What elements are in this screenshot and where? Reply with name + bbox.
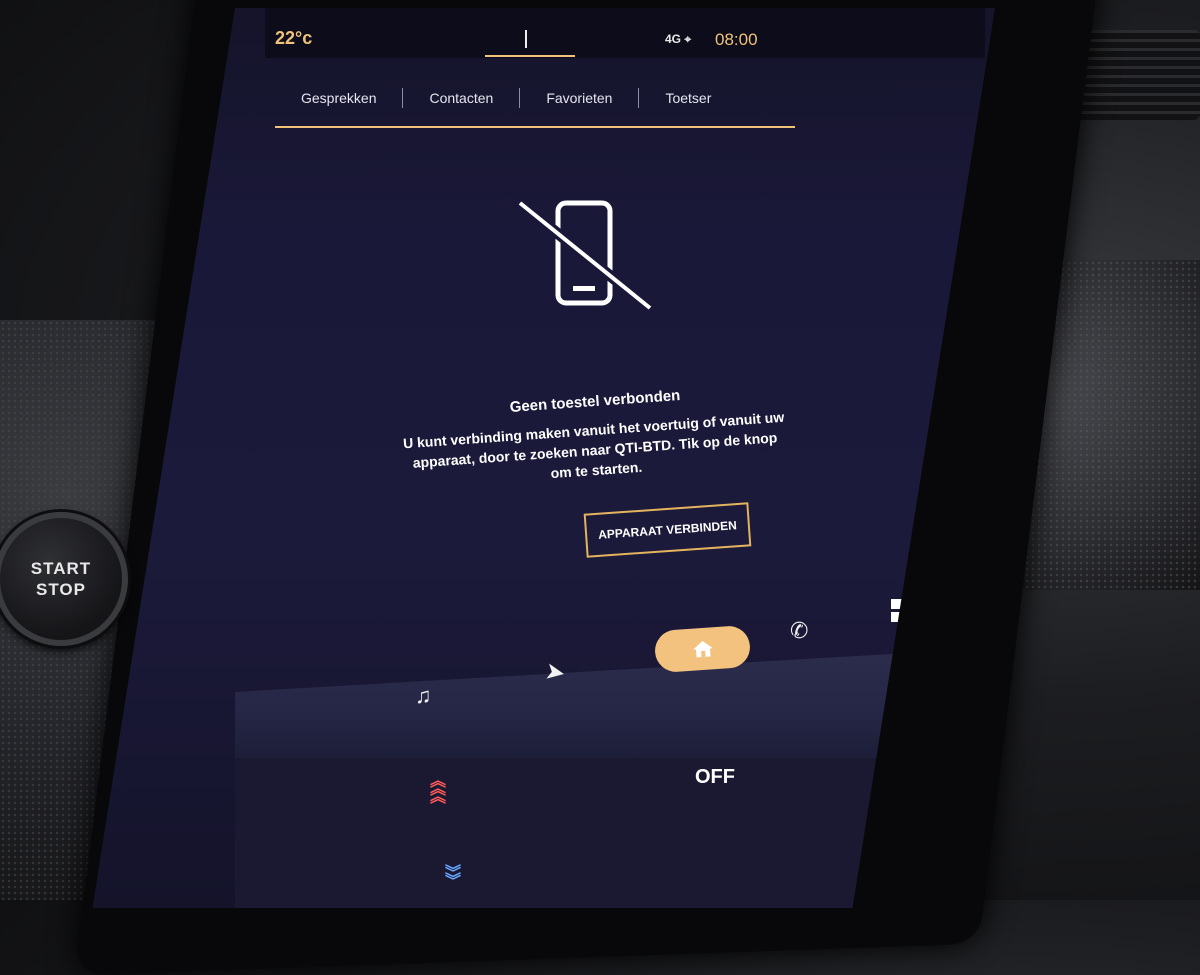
start-label: START bbox=[30, 559, 92, 578]
no-phone-icon bbox=[516, 198, 654, 313]
location-icon: ⌖ bbox=[684, 32, 692, 46]
tab-gesprekken[interactable]: Gesprekken bbox=[275, 88, 404, 108]
tab-favorieten[interactable]: Favorieten bbox=[520, 88, 640, 108]
music-icon[interactable]: ♫ bbox=[415, 683, 432, 709]
tab-underline bbox=[275, 126, 795, 128]
status-bar bbox=[265, 8, 985, 58]
handle-indicator bbox=[485, 55, 575, 57]
tab-contacten[interactable]: Contacten bbox=[403, 88, 521, 108]
infotainment-screen: 22°c 4G ⌖ 08:00 Gesprekken Contacten Fav… bbox=[92, 8, 996, 908]
home-button[interactable] bbox=[653, 624, 752, 674]
clock: 08:00 bbox=[715, 30, 758, 49]
signal-label: 4G bbox=[665, 32, 682, 46]
tab-toetser[interactable]: Toetser bbox=[639, 88, 737, 108]
phone-icon[interactable]: ✆ bbox=[790, 618, 808, 644]
start-stop-button[interactable]: START STOP bbox=[0, 512, 128, 646]
driver-heat-up-icon[interactable]: ︽ ︽ ︽ bbox=[430, 773, 446, 806]
phone-tabs: Gesprekken Contacten Favorieten Toetser bbox=[275, 78, 975, 118]
stop-label: STOP bbox=[36, 580, 86, 599]
handle-icon[interactable] bbox=[525, 30, 527, 48]
connect-device-button[interactable]: APPARAAT VERBINDEN bbox=[583, 502, 752, 558]
fan-status[interactable]: OFF bbox=[695, 766, 735, 789]
home-icon bbox=[692, 641, 713, 658]
driver-cool-down-icon[interactable]: ︾ ︾ bbox=[445, 865, 461, 890]
signal-status: 4G ⌖ bbox=[665, 32, 691, 47]
temperature-readout: 22°c bbox=[275, 28, 313, 48]
